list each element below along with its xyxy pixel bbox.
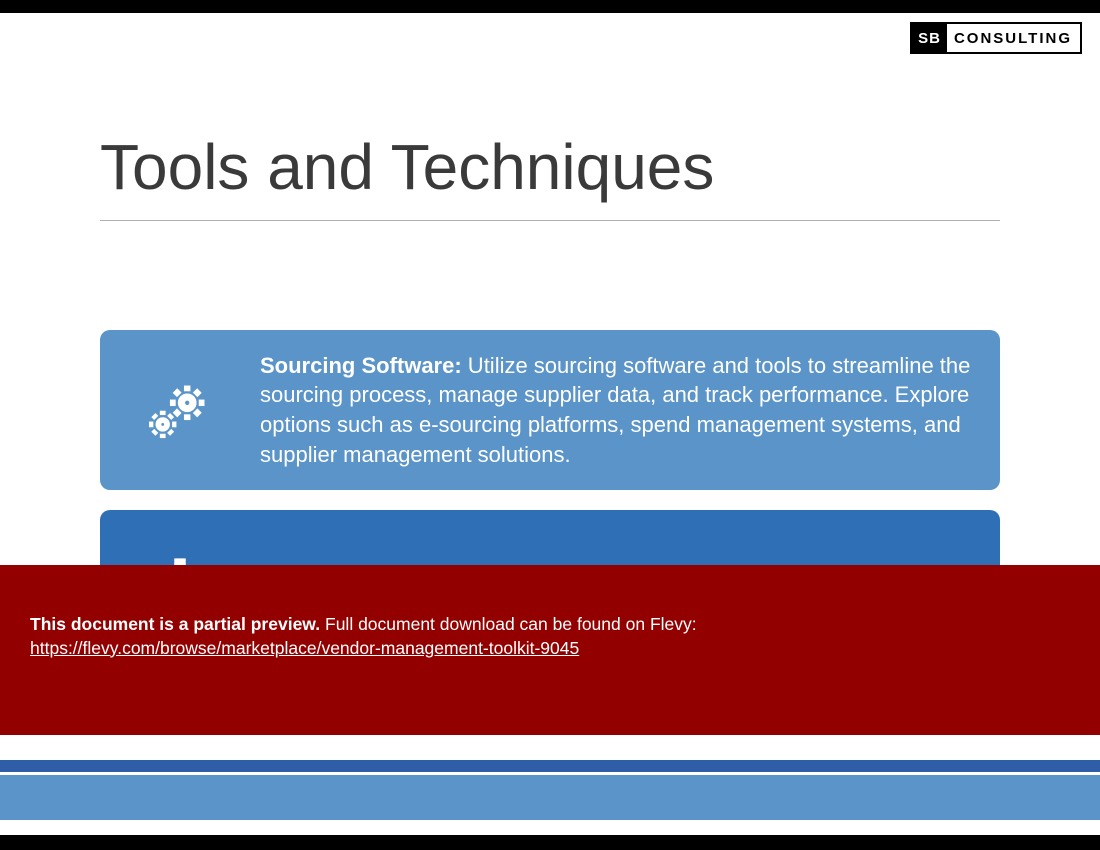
overlay-line1: This document is a partial preview. Full… xyxy=(30,613,1070,637)
card-lead: Sourcing Software: xyxy=(260,353,462,378)
accent-strip-light xyxy=(0,775,1100,820)
brand-logo-mark: SB xyxy=(912,24,947,52)
title-underline xyxy=(100,220,1000,221)
card-text: Sourcing Software: Utilize sourcing soft… xyxy=(260,331,1000,490)
overlay-rest: Full document download can be found on F… xyxy=(320,614,696,634)
slide: SB CONSULTING Tools and Techniques xyxy=(0,0,1100,850)
overlay-link[interactable]: https://flevy.com/browse/marketplace/ven… xyxy=(30,638,579,658)
gears-icon xyxy=(100,374,260,446)
brand-logo: SB CONSULTING xyxy=(910,22,1082,54)
slide-title: Tools and Techniques xyxy=(100,135,714,199)
preview-overlay: This document is a partial preview. Full… xyxy=(0,565,1100,735)
accent-strip-dark xyxy=(0,760,1100,772)
bottom-accent-bar xyxy=(0,835,1100,850)
brand-logo-text: CONSULTING xyxy=(947,24,1080,52)
top-accent-bar xyxy=(0,0,1100,13)
overlay-lead: This document is a partial preview. xyxy=(30,614,320,634)
card-sourcing-software: Sourcing Software: Utilize sourcing soft… xyxy=(100,330,1000,490)
